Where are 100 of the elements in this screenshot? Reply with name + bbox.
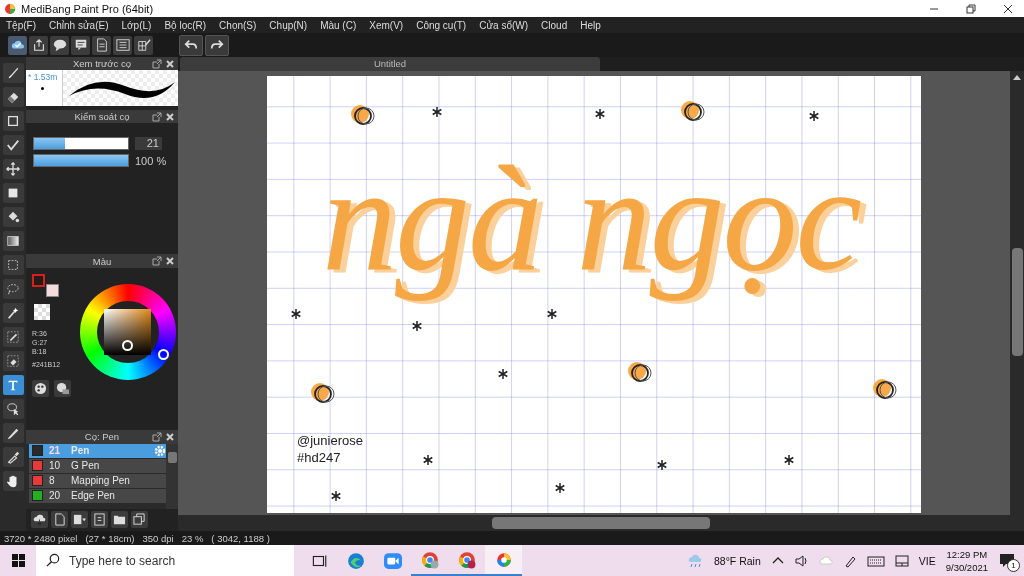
menu-item[interactable]: Bộ lọc(R)	[164, 19, 207, 31]
text-tool-icon	[6, 378, 20, 392]
tool-button[interactable]	[2, 159, 24, 179]
brush-tool-button[interactable]	[111, 511, 128, 529]
document-icon	[94, 38, 109, 52]
status-text: 23 %	[181, 532, 204, 544]
menu-item[interactable]: Công cụ(T)	[416, 19, 467, 31]
brush-tool-button[interactable]	[71, 511, 88, 529]
menu-item[interactable]: Help	[580, 19, 601, 31]
asterisk-mark	[412, 321, 422, 331]
tool-button[interactable]	[2, 375, 24, 395]
scroll-thumb[interactable]	[167, 451, 177, 463]
tool-button[interactable]	[2, 399, 24, 419]
filled-square-icon	[6, 186, 20, 200]
tool-button[interactable]	[2, 351, 24, 371]
search-icon	[46, 553, 61, 568]
notification-button[interactable]: 1	[998, 550, 1018, 571]
brush-list-scrollbar[interactable]	[166, 443, 178, 509]
brush-item[interactable]: 20 Edge Pen	[29, 488, 166, 503]
scroll-up-icon	[1012, 73, 1022, 82]
signature-text: #hd247	[297, 449, 342, 466]
menu-item[interactable]: Chụp(N)	[269, 19, 308, 31]
folder-icon	[113, 513, 126, 527]
brush-tool-button[interactable]	[51, 511, 68, 529]
brush-tool-button[interactable]	[91, 511, 108, 529]
brush-size: 21	[49, 445, 62, 457]
horizontal-scrollbar[interactable]	[178, 515, 1024, 531]
tool-button[interactable]	[2, 231, 24, 251]
tool-button[interactable]	[2, 135, 24, 155]
brush-item[interactable]: 10 G Pen	[29, 458, 166, 473]
menu-item[interactable]: Xem(V)	[369, 19, 404, 31]
menu-item[interactable]: Chỉnh sửa(E)	[49, 19, 109, 31]
toolbar-button[interactable]	[29, 35, 48, 55]
tool-button[interactable]	[2, 423, 24, 443]
tool-button[interactable]	[2, 327, 24, 347]
brush-size-slider[interactable]	[33, 137, 129, 151]
menu-item[interactable]: Tệp(F)	[6, 19, 36, 31]
tool-button[interactable]	[2, 303, 24, 323]
tool-button[interactable]	[2, 63, 24, 83]
menu-item[interactable]: Lớp(L)	[121, 19, 152, 31]
palette-button[interactable]	[32, 379, 49, 397]
tool-button[interactable]	[2, 255, 24, 275]
brush-name: Mapping Pen	[71, 475, 131, 487]
background-color-swatch[interactable]	[46, 283, 59, 297]
rectangle-select-icon	[6, 258, 20, 272]
opacity-slider[interactable]	[33, 154, 129, 168]
toolbar-button[interactable]	[92, 35, 111, 55]
search-field[interactable]: Type here to search	[36, 545, 294, 576]
toolbar-button[interactable]	[134, 35, 153, 55]
scroll-thumb[interactable]	[492, 517, 710, 529]
toolbar-button[interactable]	[71, 35, 90, 55]
move-icon	[6, 162, 20, 176]
brush-item[interactable]: 8 Mapping Pen	[29, 473, 166, 488]
asterisk-mark	[809, 111, 819, 121]
undo-icon	[184, 38, 198, 52]
undo-button[interactable]	[179, 34, 203, 56]
transparent-swatch[interactable]	[34, 303, 50, 320]
eraser-icon	[6, 90, 20, 104]
language-indicator[interactable]: VIE	[918, 554, 936, 567]
scroll-thumb[interactable]	[1011, 248, 1023, 356]
close-icon	[1003, 3, 1013, 14]
weather-icon	[688, 552, 704, 569]
cloud-icon	[818, 553, 833, 568]
tool-button[interactable]	[2, 111, 24, 131]
opacity-reading: 100 %	[135, 154, 167, 167]
redo-button[interactable]	[205, 34, 229, 56]
document-tab[interactable]: Untitled	[180, 57, 600, 71]
tool-button[interactable]	[2, 471, 24, 491]
menu-item[interactable]: Cửa sổ(W)	[479, 19, 529, 31]
gradient-icon	[6, 234, 20, 248]
clock[interactable]: 12:29 PM 9/30/2021	[945, 547, 988, 574]
brush-tool-button[interactable]	[31, 511, 48, 529]
status-text: 350 dpi	[142, 532, 174, 544]
menu-item[interactable]: Chọn(S)	[219, 19, 257, 31]
toolbar-button[interactable]	[8, 35, 27, 55]
pointer-lasso-icon	[6, 402, 20, 416]
tool-button[interactable]	[2, 183, 24, 203]
brush-size: 10	[49, 460, 62, 472]
asterisk-mark	[291, 309, 301, 319]
popout-icon	[152, 256, 162, 267]
status-text: (27 * 18cm)	[85, 532, 135, 544]
panel-title: Cọ: Pen	[84, 431, 120, 443]
asterisk-mark	[547, 309, 557, 319]
foreground-color-swatch[interactable]	[32, 273, 45, 287]
palette-settings-button[interactable]	[54, 379, 71, 397]
tool-button[interactable]	[2, 447, 24, 467]
asterisk-mark	[657, 460, 667, 470]
brush-tool-button[interactable]	[131, 511, 148, 529]
asterisk-mark	[331, 491, 341, 501]
menu-item[interactable]: Màu (C)	[320, 19, 357, 31]
duplicate-icon	[133, 513, 146, 527]
menu-item[interactable]: Cloud	[541, 19, 568, 31]
tool-button[interactable]	[2, 207, 24, 227]
toolbar-button[interactable]	[113, 35, 132, 55]
weather-text[interactable]: 88°F Rain	[714, 554, 761, 567]
vertical-scrollbar[interactable]	[1010, 71, 1024, 515]
brush-size-field[interactable]: 21	[135, 137, 162, 151]
lasso-icon	[6, 282, 20, 296]
tool-button[interactable]	[2, 87, 24, 107]
toolbar-button[interactable]	[50, 35, 69, 55]
